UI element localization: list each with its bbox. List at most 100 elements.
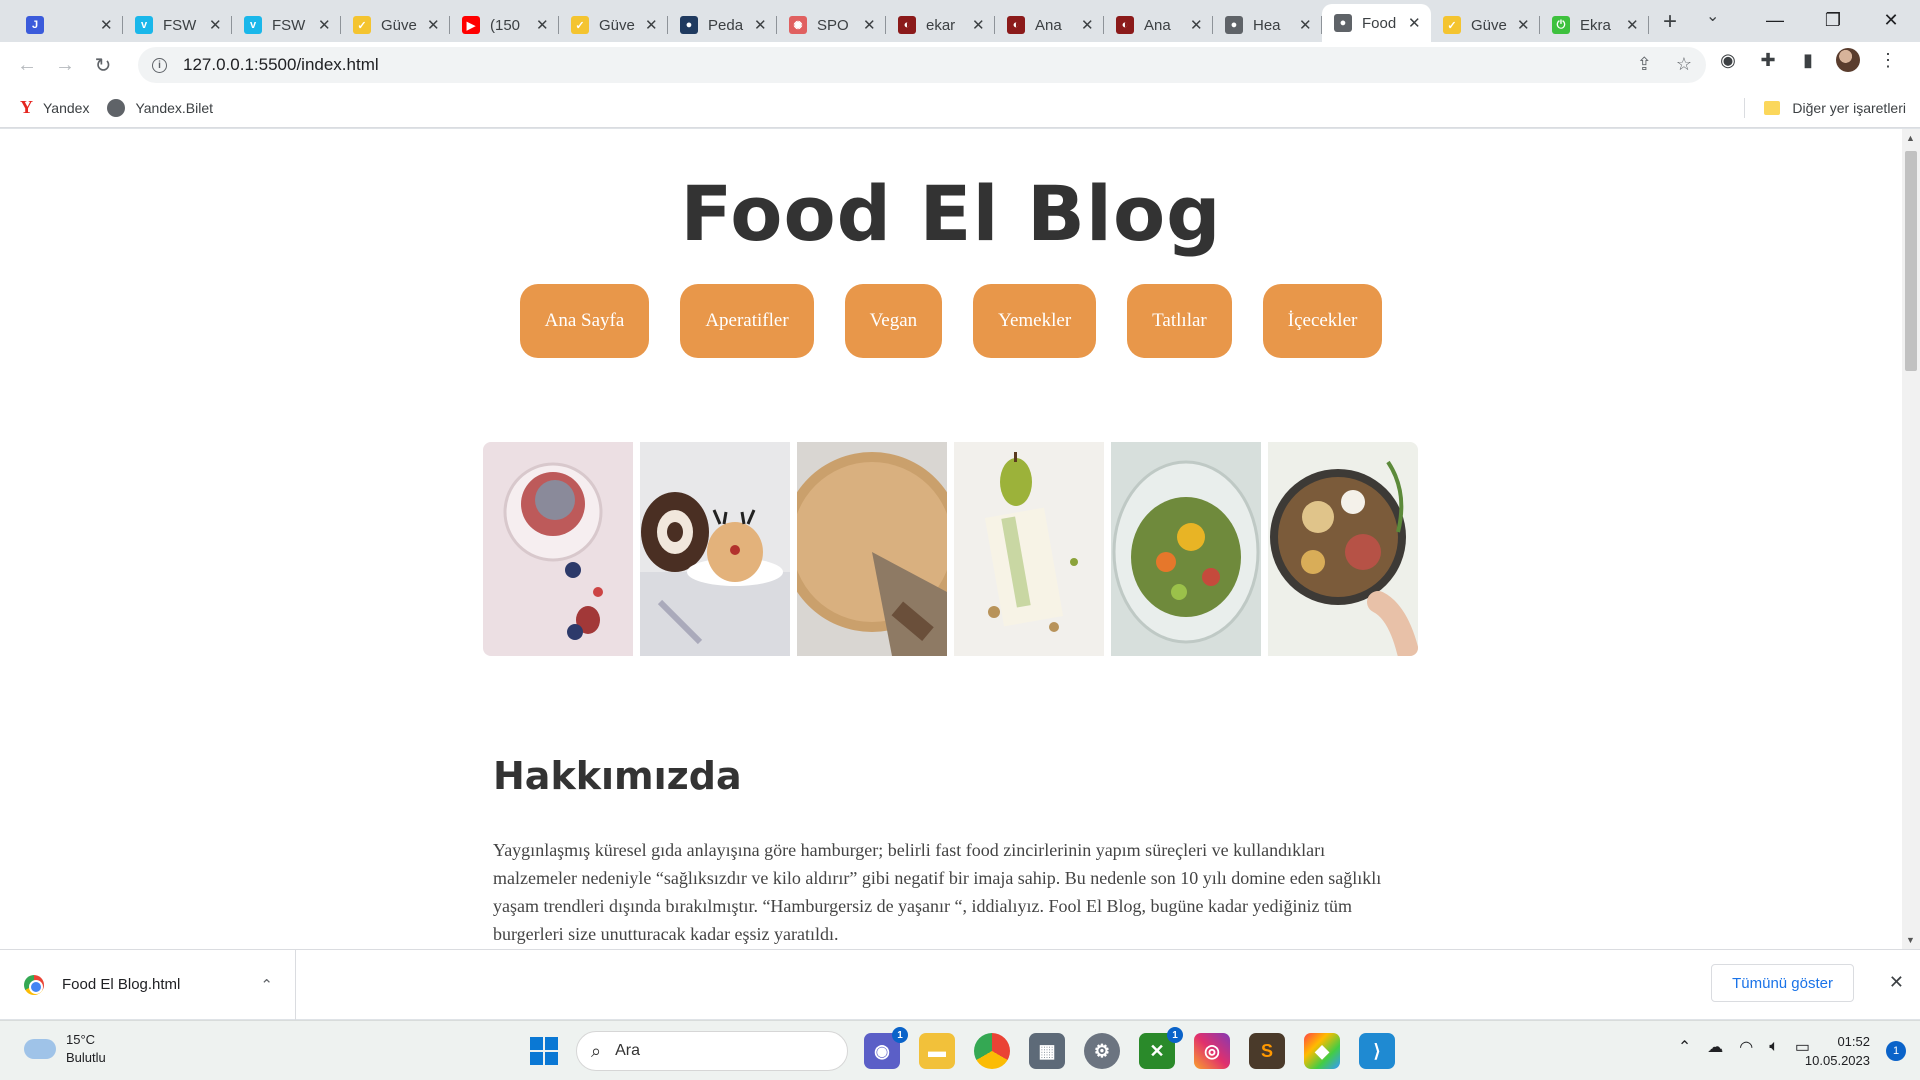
extension-incognito-icon[interactable]: ◉ [1716, 48, 1740, 72]
close-tab-icon[interactable]: ✕ [1081, 16, 1094, 34]
close-tab-icon[interactable]: ✕ [863, 16, 876, 34]
nav-ana-sayfa[interactable]: Ana Sayfa [519, 284, 650, 358]
show-all-downloads-button[interactable]: Tümünü göster [1711, 964, 1854, 1002]
restore-button[interactable]: ❐ [1804, 10, 1862, 31]
weather-widget[interactable]: 15°C Bulutlu [24, 1031, 106, 1067]
close-tab-icon[interactable]: ✕ [1299, 16, 1312, 34]
browser-tab[interactable]: ▶ (150 ✕ [450, 8, 559, 42]
instagram-icon[interactable]: ◎ [1194, 1033, 1230, 1069]
volume-icon[interactable]: 🔈︎ [1769, 1038, 1779, 1056]
chevron-up-icon[interactable]: ⌃ [1678, 1037, 1691, 1057]
profile-avatar[interactable] [1836, 48, 1860, 72]
close-tab-icon[interactable]: ✕ [972, 16, 985, 34]
nav-icecekler[interactable]: İçecekler [1262, 284, 1383, 358]
other-bookmarks[interactable]: Diğer yer işaretleri [1764, 100, 1906, 116]
page-title: Food El Blog [680, 169, 1222, 258]
extensions-puzzle-icon[interactable]: ✚ [1756, 48, 1780, 72]
globe-icon [107, 98, 126, 117]
menu-kebab-icon[interactable]: ⋮ [1876, 48, 1900, 72]
tool-icon[interactable]: ◆ [1304, 1033, 1340, 1069]
chrome-taskbar-icon[interactable] [974, 1033, 1010, 1069]
chat-icon[interactable]: ◉ 1 [864, 1027, 908, 1069]
power-icon: ⏻ [1552, 16, 1570, 34]
close-tab-icon[interactable]: ✕ [427, 16, 440, 34]
nav-vegan[interactable]: Vegan [844, 284, 943, 358]
browser-tab[interactable]: ● Hea ✕ [1213, 8, 1322, 42]
close-window-button[interactable]: ✕ [1862, 10, 1920, 31]
url-text[interactable]: 127.0.0.1:5500/index.html [183, 55, 379, 75]
browser-tab[interactable]: ✓ Güve ✕ [341, 8, 450, 42]
window-controls: — ❐ ✕ [1746, 0, 1920, 40]
calculator-icon[interactable]: ▦ [1029, 1033, 1065, 1069]
tab-search-chevron-icon[interactable]: ⌄ [1706, 6, 1719, 26]
reload-button[interactable]: ↻ [84, 46, 122, 84]
nav-yemekler[interactable]: Yemekler [973, 284, 1097, 358]
new-tab-button[interactable]: + [1663, 8, 1677, 36]
slot-icon: ◐ [898, 16, 916, 34]
site-info-icon[interactable]: i [152, 57, 167, 73]
browser-tab[interactable]: ◐ Ana ✕ [1104, 8, 1213, 42]
browser-tab[interactable]: ◐ Ana ✕ [995, 8, 1104, 42]
forward-button[interactable]: → [46, 46, 84, 84]
download-item[interactable]: Food El Blog.html ⌃ [0, 949, 296, 1020]
scrollbar-thumb[interactable] [1905, 151, 1917, 371]
browser-tab[interactable]: ◐ ekar ✕ [886, 8, 995, 42]
close-tab-icon[interactable]: ✕ [100, 16, 113, 34]
back-button[interactable]: ← [8, 46, 46, 84]
web-page: Food El Blog Ana Sayfa Aperatifler Vegan… [0, 129, 1902, 949]
file-explorer-icon[interactable]: ▬ [919, 1033, 955, 1069]
page-scrollbar[interactable]: ▲ ▼ [1902, 129, 1920, 949]
taskbar-search[interactable]: ⌕ Ara [576, 1031, 848, 1071]
bookmark-yandex-bilet[interactable]: Yandex.Bilet [107, 98, 213, 117]
weather-temp: 15°C [66, 1032, 96, 1047]
side-panel-icon[interactable]: ▮ [1796, 48, 1820, 72]
close-tab-icon[interactable]: ✕ [1517, 16, 1530, 34]
browser-tab[interactable]: ✓ Güve ✕ [1431, 8, 1540, 42]
vimeo-icon: v [244, 16, 262, 34]
globe-icon: ● [1225, 16, 1243, 34]
close-tab-icon[interactable]: ✕ [209, 16, 222, 34]
bookmark-star-icon[interactable]: ☆ [1676, 54, 1692, 75]
browser-tab[interactable]: J ✕ [14, 8, 123, 42]
windows-start-icon[interactable] [530, 1037, 558, 1065]
browser-tab[interactable]: v FSW ✕ [232, 8, 341, 42]
clock[interactable]: 01:52 10.05.2023 [1805, 1032, 1870, 1070]
browser-tab[interactable]: ● Peda ✕ [668, 8, 777, 42]
close-download-bar-icon[interactable]: ✕ [1889, 972, 1904, 993]
close-tab-icon[interactable]: ✕ [1626, 16, 1639, 34]
notification-badge[interactable]: 1 [1886, 1041, 1906, 1061]
settings-gear-icon[interactable]: ⚙ [1084, 1033, 1120, 1069]
yandex-icon: Y [20, 97, 33, 117]
scroll-up-icon[interactable]: ▲ [1906, 133, 1915, 143]
nav-aperatifler[interactable]: Aperatifler [680, 284, 814, 358]
vscode-icon[interactable]: ⟩ [1359, 1033, 1395, 1069]
minimize-button[interactable]: — [1746, 10, 1804, 31]
browser-tab[interactable]: ✓ Güve ✕ [559, 8, 668, 42]
divider [1744, 98, 1745, 118]
close-tab-icon[interactable]: ✕ [536, 16, 549, 34]
wifi-icon[interactable]: ◠ [1739, 1037, 1753, 1057]
search-icon: ⌕ [591, 1040, 602, 1061]
close-tab-icon[interactable]: ✕ [318, 16, 331, 34]
clock-date: 10.05.2023 [1804, 1053, 1870, 1068]
browser-tab[interactable]: v FSW ✕ [123, 8, 232, 42]
scroll-down-icon[interactable]: ▼ [1906, 935, 1915, 945]
tab-title: Hea [1253, 16, 1281, 34]
browser-tab[interactable]: ⏻ Ekra ✕ [1540, 8, 1649, 42]
share-icon[interactable]: ⇪ [1637, 54, 1652, 75]
chevron-up-icon[interactable]: ⌃ [260, 976, 273, 994]
browser-tab[interactable]: ✺ SPO ✕ [777, 8, 886, 42]
close-tab-icon[interactable]: ✕ [1190, 16, 1203, 34]
close-tab-icon[interactable]: ✕ [754, 16, 767, 34]
nav-tatlilar[interactable]: Tatlılar [1127, 284, 1232, 358]
xbox-icon[interactable]: ✕ 1 [1139, 1027, 1183, 1069]
onedrive-icon[interactable]: ☁ [1707, 1037, 1723, 1057]
bookmark-yandex[interactable]: Y Yandex [20, 97, 89, 118]
other-bookmarks-label: Diğer yer işaretleri [1792, 99, 1906, 116]
sublime-text-icon[interactable]: S [1249, 1033, 1285, 1069]
close-tab-icon[interactable]: ✕ [645, 16, 658, 34]
close-tab-icon[interactable]: ✕ [1408, 14, 1421, 32]
address-bar[interactable]: i 127.0.0.1:5500/index.html ⇪ ☆ [138, 47, 1706, 83]
browser-tab[interactable]: ● Food ✕ [1322, 4, 1431, 42]
globe-icon: ● [1334, 14, 1352, 32]
